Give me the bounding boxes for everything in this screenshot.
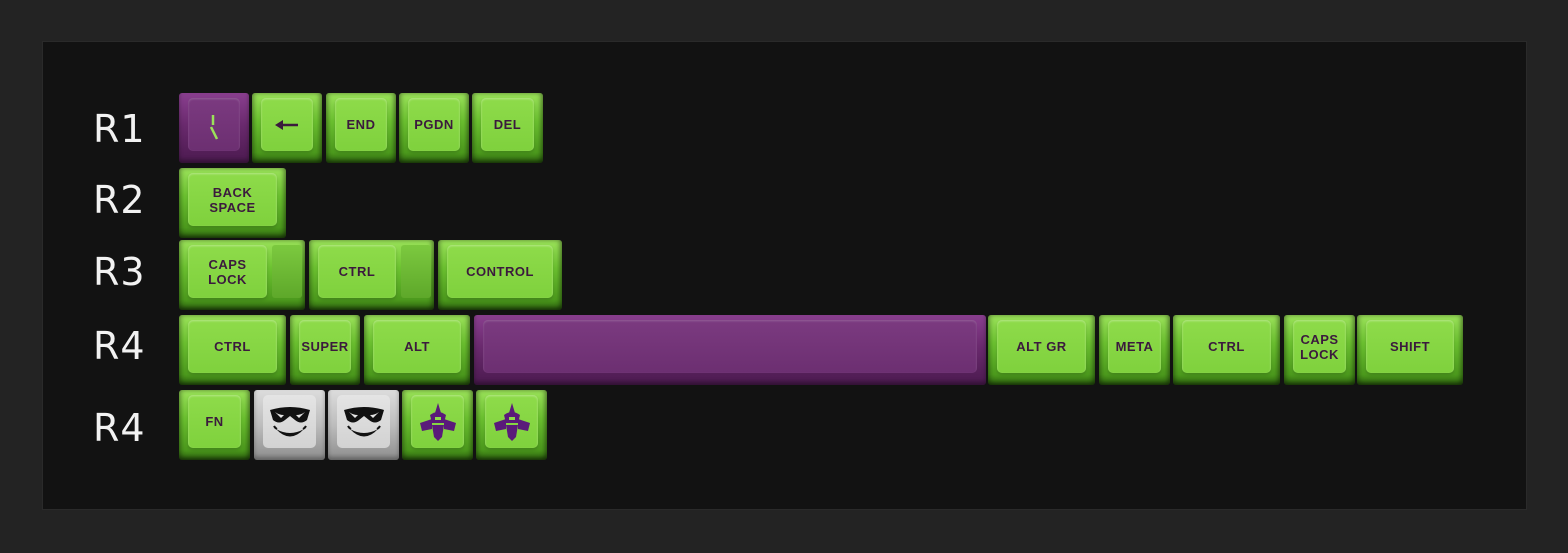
keycap-legend: CONTROL (466, 264, 534, 279)
keycap-capslock[interactable]: CAPS LOCK (1284, 315, 1355, 385)
keycap-legend: END (346, 117, 376, 132)
keycap-control[interactable]: CONTROL (438, 240, 562, 310)
keycap-backspace[interactable]: BACK SPACE (179, 168, 286, 238)
row-label-r1: R1 (93, 107, 146, 151)
arrow-left-icon (261, 98, 313, 151)
keycap-spacebar[interactable] (474, 315, 986, 385)
keycap-end[interactable]: END (326, 93, 396, 163)
tilde-slash-icon (188, 98, 240, 151)
keycap-del[interactable]: DEL (472, 93, 543, 163)
row-label-r5: R4 (93, 406, 146, 450)
keycap-super[interactable]: SUPER (290, 315, 360, 385)
keycap-meta[interactable]: META (1099, 315, 1170, 385)
stepped-step (401, 245, 431, 298)
keycap-legend: FN (205, 414, 224, 429)
keycap-legend: CTRL (214, 339, 251, 354)
keycap-legend: SHIFT (1389, 339, 1431, 354)
keycap-legend: CAPS LOCK (208, 256, 247, 287)
spacebar-top (483, 320, 977, 373)
keycap-ctrl-right[interactable]: CTRL (1173, 315, 1280, 385)
eva-unit-icon (485, 395, 538, 448)
keycap-eva-1[interactable] (402, 390, 473, 460)
keycap-legend: CTRL (338, 264, 376, 279)
keycap-pgdn[interactable]: PGDN (399, 93, 469, 163)
keycap-legend: ALT (404, 339, 430, 354)
keycap-legend: PGDN (414, 117, 454, 132)
keycap-joker-1[interactable] (254, 390, 325, 460)
keycap-legend: BACK SPACE (209, 184, 256, 215)
row-label-r4: R4 (93, 324, 146, 368)
keycap-legend: DEL (493, 117, 522, 132)
row-label-r2: R2 (93, 178, 146, 222)
keycap-legend: META (1115, 339, 1154, 354)
keycap-shift[interactable]: SHIFT (1357, 315, 1463, 385)
keycap-legend: CAPS LOCK (1300, 331, 1339, 362)
keycap-alt[interactable]: ALT (364, 315, 470, 385)
keycap-ctrl-left[interactable]: CTRL (179, 315, 286, 385)
keycap-joker-2[interactable] (328, 390, 399, 460)
keycap-altgr[interactable]: ALT GR (988, 315, 1095, 385)
keycap-capslock-stepped[interactable]: CAPS LOCK (179, 240, 305, 310)
keycap-backspace-arrow[interactable] (252, 93, 322, 163)
joker-face-icon (337, 395, 390, 448)
joker-face-icon (263, 395, 316, 448)
eva-unit-icon (411, 395, 464, 448)
keycap-legend: SUPER (301, 339, 349, 354)
keycap-eva-2[interactable] (476, 390, 547, 460)
keycap-legend: CTRL (1208, 339, 1245, 354)
stepped-step (272, 245, 302, 298)
keycap-ctrl-stepped[interactable]: CTRL (309, 240, 434, 310)
keycap-fn[interactable]: FN (179, 390, 250, 460)
keycap-tilde[interactable] (179, 93, 249, 163)
row-label-r3: R3 (93, 250, 146, 294)
keycap-legend: ALT GR (1016, 339, 1067, 354)
